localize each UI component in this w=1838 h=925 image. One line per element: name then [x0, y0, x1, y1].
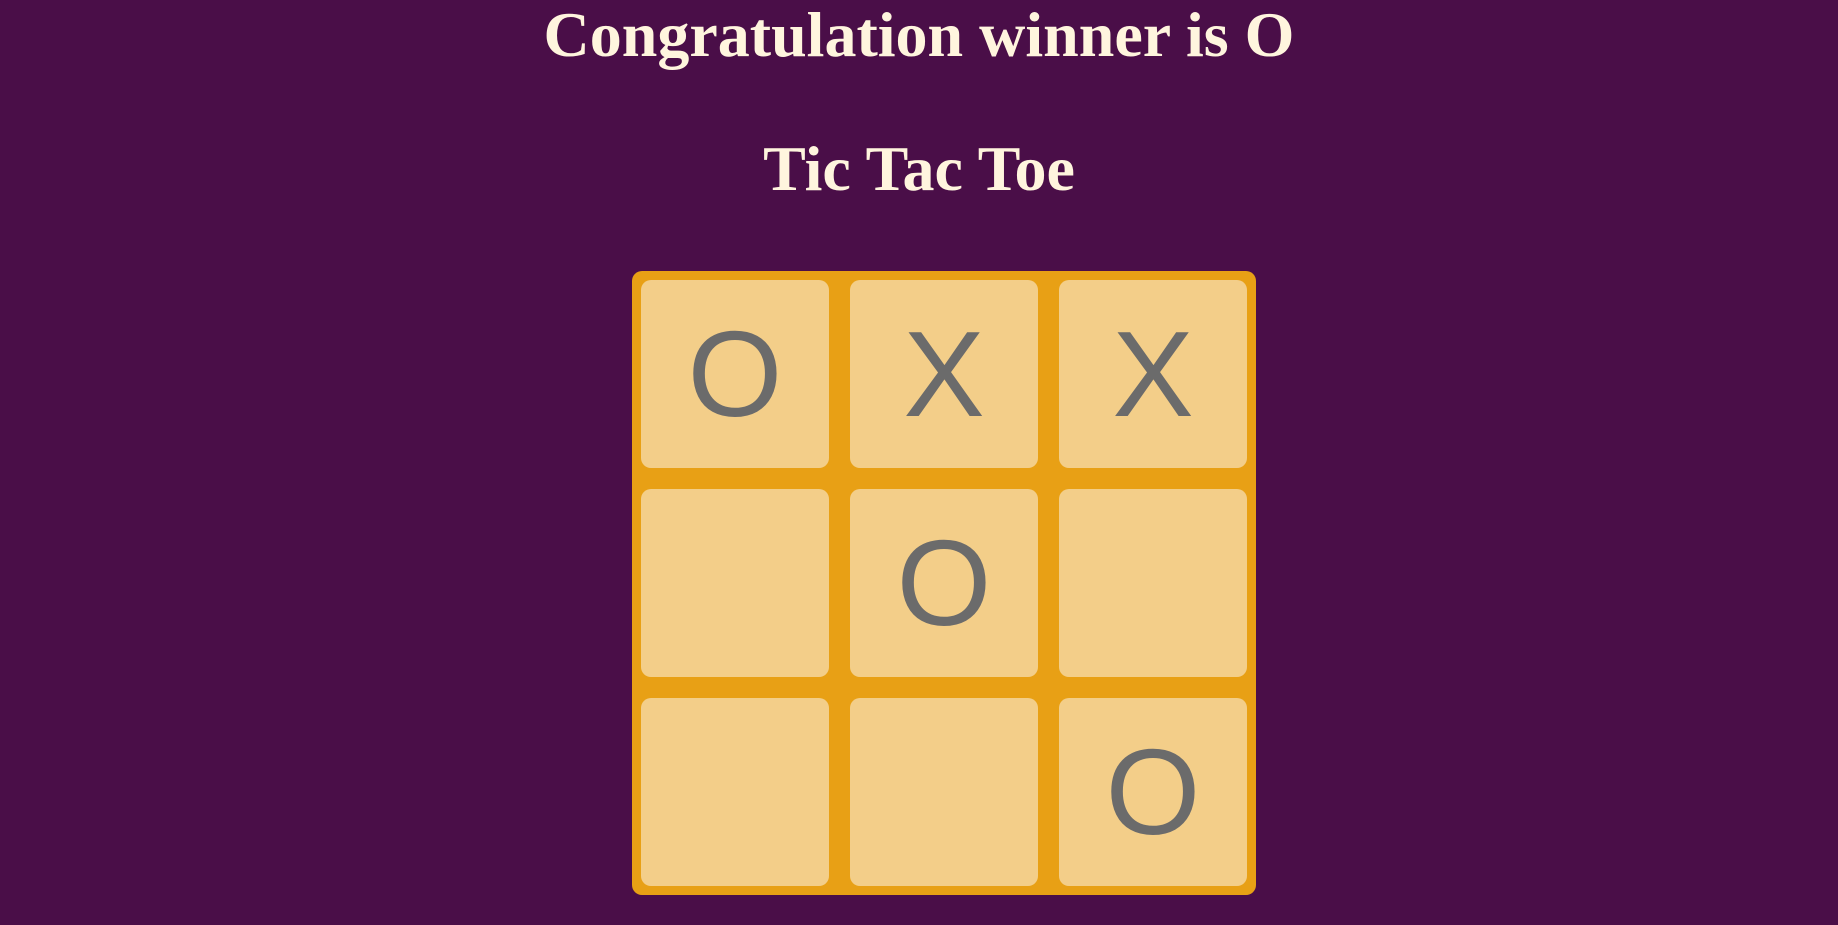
game-title: Tic Tac Toe — [763, 133, 1075, 204]
board-cell-8[interactable] — [850, 698, 1038, 886]
board-cell-7[interactable] — [641, 698, 829, 886]
board-cell-4[interactable] — [641, 489, 829, 677]
game-board: O X X O O — [632, 271, 1256, 895]
board-cell-9[interactable]: O — [1059, 698, 1247, 886]
board-cell-3[interactable]: X — [1059, 280, 1247, 468]
winner-message: Congratulation winner is O — [543, 0, 1295, 70]
board-cell-1[interactable]: O — [641, 280, 829, 468]
board-cell-5[interactable]: O — [850, 489, 1038, 677]
cell-mark: O — [896, 515, 992, 651]
board-cell-2[interactable]: X — [850, 280, 1038, 468]
cell-mark: X — [1112, 306, 1194, 442]
cell-mark: O — [687, 306, 783, 442]
cell-mark: O — [1105, 724, 1201, 860]
board-cell-6[interactable] — [1059, 489, 1247, 677]
cell-mark: X — [903, 306, 985, 442]
